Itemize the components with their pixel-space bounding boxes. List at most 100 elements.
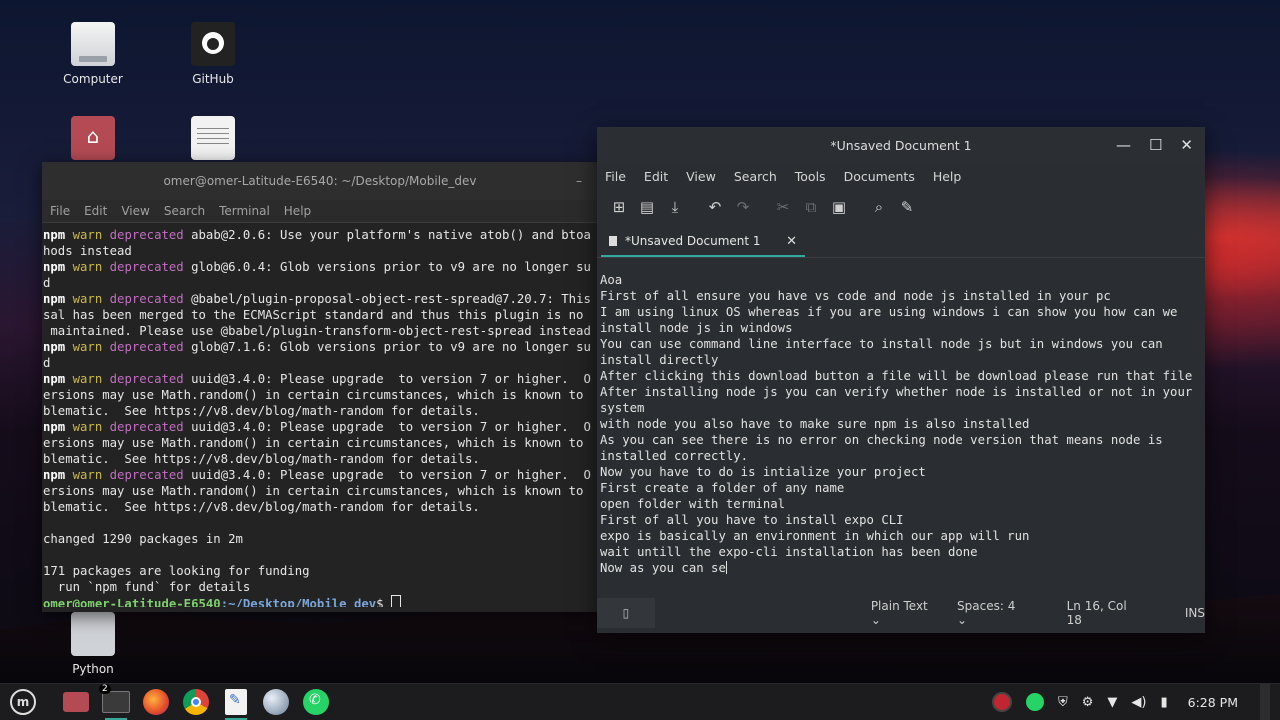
terminal-menu-search[interactable]: Search — [164, 204, 205, 218]
side-panel-toggle-icon[interactable]: ▯ — [597, 598, 655, 628]
desktop-icon-github[interactable]: GitHub — [168, 22, 258, 86]
tab-width-selector[interactable]: Spaces: 4 ⌄ — [957, 599, 1027, 627]
editor-menu-search[interactable]: Search — [734, 169, 777, 184]
start-menu-button[interactable]: m — [6, 686, 40, 718]
editor-line: system — [600, 400, 1205, 416]
desktop-icon-computer[interactable]: Computer — [48, 22, 138, 86]
terminal-output[interactable]: npm warn deprecated abab@2.0.6: Use your… — [42, 223, 598, 607]
clock[interactable]: 6:28 PM — [1188, 695, 1238, 710]
document-icon — [609, 236, 617, 246]
terminal-menu-view[interactable]: View — [121, 204, 149, 218]
taskbar-whatsapp[interactable] — [299, 686, 333, 718]
taskbar-files[interactable] — [59, 686, 93, 718]
warn-label: warn — [72, 420, 103, 434]
editor-menu-tools[interactable]: Tools — [795, 169, 826, 184]
volume-icon[interactable]: ◀) — [1131, 695, 1146, 710]
npm-label: npm — [43, 292, 66, 306]
settings-icon[interactable]: ⚙ — [1082, 695, 1094, 710]
text-editor-icon — [225, 689, 247, 715]
battery-icon[interactable]: ▮ — [1160, 695, 1167, 710]
terminal-line-text: changed 1290 packages in 2m — [43, 532, 243, 546]
editor-line-text: As you can see there is no error on chec… — [600, 433, 1163, 447]
python-icon — [71, 612, 115, 656]
cut-icon[interactable]: ✂ — [769, 198, 797, 216]
editor-menu-help[interactable]: Help — [933, 169, 962, 184]
terminal-line: npm warn deprecated glob@6.0.4: Glob ver… — [43, 259, 598, 275]
paste-icon[interactable]: ▣ — [825, 198, 853, 216]
editor-menu-edit[interactable]: Edit — [644, 169, 668, 184]
undo-icon[interactable]: ↶ — [701, 198, 729, 216]
shield-icon[interactable]: ⛨ — [1058, 695, 1068, 710]
terminal-prompt[interactable]: omer@omer-Latitude-E6540:~/Desktop/Mobil… — [43, 595, 598, 607]
wifi-icon[interactable]: ▼ — [1107, 695, 1117, 710]
save-icon[interactable]: ⤓ — [661, 198, 689, 216]
terminal-window[interactable]: omer@omer-Latitude-E6540: ~/Desktop/Mobi… — [42, 162, 598, 612]
maximize-icon[interactable]: ☐ — [1149, 136, 1162, 154]
tab-close-icon[interactable]: ✕ — [786, 234, 797, 249]
chrome-icon — [183, 689, 209, 715]
taskbar-firefox[interactable] — [139, 686, 173, 718]
terminal-line: run `npm fund` for details — [43, 579, 598, 595]
copy-icon[interactable]: ⧉ — [797, 198, 825, 216]
taskbar: m 2 ⛨ ⚙ ▼ ◀) ▮ 6:28 PM — [0, 683, 1280, 720]
terminal-line-text: blematic. See https://v8.dev/blog/math-r… — [43, 452, 480, 466]
close-icon[interactable]: ✕ — [1180, 136, 1193, 154]
deprecated-label: deprecated — [109, 292, 184, 306]
terminal-line-text: blematic. See https://v8.dev/blog/math-r… — [43, 500, 480, 514]
taskbar-browser[interactable] — [259, 686, 293, 718]
desktop-icon-document[interactable] — [168, 116, 258, 166]
taskbar-text-editor[interactable] — [219, 686, 253, 720]
editor-line: First create a folder of any name — [600, 480, 1205, 496]
terminal-line-text: 171 packages are looking for funding — [43, 564, 310, 578]
terminal-menubar: File Edit View Search Terminal Help — [42, 200, 598, 223]
terminal-menu-file[interactable]: File — [50, 204, 70, 218]
editor-menu-view[interactable]: View — [686, 169, 716, 184]
terminal-menu-edit[interactable]: Edit — [84, 204, 107, 218]
terminal-line: hods instead — [43, 243, 598, 259]
tab-unsaved-document[interactable]: *Unsaved Document 1 ✕ — [601, 227, 805, 257]
editor-line-text: with node you also have to make sure npm… — [600, 417, 1030, 431]
text-caret — [725, 561, 727, 574]
terminal-line-text: @babel/plugin-proposal-object-rest-sprea… — [183, 292, 591, 306]
minimize-icon[interactable]: — — [1116, 136, 1131, 154]
terminal-line: sal has been merged to the ECMAScript st… — [43, 307, 598, 323]
taskbar-terminal[interactable]: 2 — [99, 684, 133, 720]
minimize-icon[interactable]: – — [576, 162, 582, 200]
terminal-line: blematic. See https://v8.dev/blog/math-r… — [43, 451, 598, 467]
terminal-line-text: sal has been merged to the ECMAScript st… — [43, 308, 584, 322]
editor-line-text: You can use command line interface to in… — [600, 337, 1163, 351]
language-selector[interactable]: Plain Text ⌄ — [871, 599, 939, 627]
show-desktop-button[interactable] — [1260, 684, 1270, 720]
desktop-icon-home[interactable] — [48, 116, 138, 166]
editor-statusbar: ▯ Plain Text ⌄ Spaces: 4 ⌄ Ln 16, Col 18… — [597, 593, 1205, 633]
editor-line-text: Aoa — [600, 273, 623, 287]
record-icon[interactable] — [991, 692, 1012, 712]
warn-label: warn — [72, 340, 103, 354]
terminal-title: omer@omer-Latitude-E6540: ~/Desktop/Mobi… — [163, 174, 477, 188]
terminal-titlebar[interactable]: omer@omer-Latitude-E6540: ~/Desktop/Mobi… — [42, 162, 598, 200]
open-document-icon[interactable]: ▤ — [633, 198, 661, 216]
editor-line-text: First of all you have to install expo CL… — [600, 513, 904, 527]
terminal-menu-help[interactable]: Help — [284, 204, 311, 218]
redo-icon[interactable]: ↷ — [729, 198, 757, 216]
search-replace-icon[interactable]: ✎ — [893, 198, 921, 216]
search-icon[interactable]: ⌕ — [865, 198, 893, 216]
terminal-line: d — [43, 275, 598, 291]
editor-menu-documents[interactable]: Documents — [844, 169, 915, 184]
editor-text-area[interactable]: Aoa First of all ensure you have vs code … — [597, 258, 1205, 588]
terminal-line: maintained. Please use @babel/plugin-tra… — [43, 323, 598, 339]
terminal-menu-terminal[interactable]: Terminal — [219, 204, 270, 218]
editor-line: I am using linux OS whereas if you are u… — [600, 304, 1205, 320]
cursor-position: Ln 16, Col 18 — [1066, 599, 1127, 627]
text-editor-window[interactable]: *Unsaved Document 1 — ☐ ✕ File Edit View… — [597, 127, 1205, 633]
terminal-line-text: d — [43, 356, 51, 370]
editor-titlebar[interactable]: *Unsaved Document 1 — ☐ ✕ — [597, 127, 1205, 163]
whatsapp-tray-icon[interactable] — [1025, 693, 1044, 711]
new-document-icon[interactable]: ⊞ — [605, 198, 633, 216]
github-icon — [191, 22, 235, 66]
taskbar-chrome[interactable] — [179, 686, 213, 718]
terminal-line-text: ersions may use Math.random() in certain… — [43, 388, 584, 402]
terminal-line-text: ersions may use Math.random() in certain… — [43, 436, 584, 450]
desktop-icon-python[interactable]: Python — [48, 612, 138, 676]
editor-menu-file[interactable]: File — [605, 169, 626, 184]
